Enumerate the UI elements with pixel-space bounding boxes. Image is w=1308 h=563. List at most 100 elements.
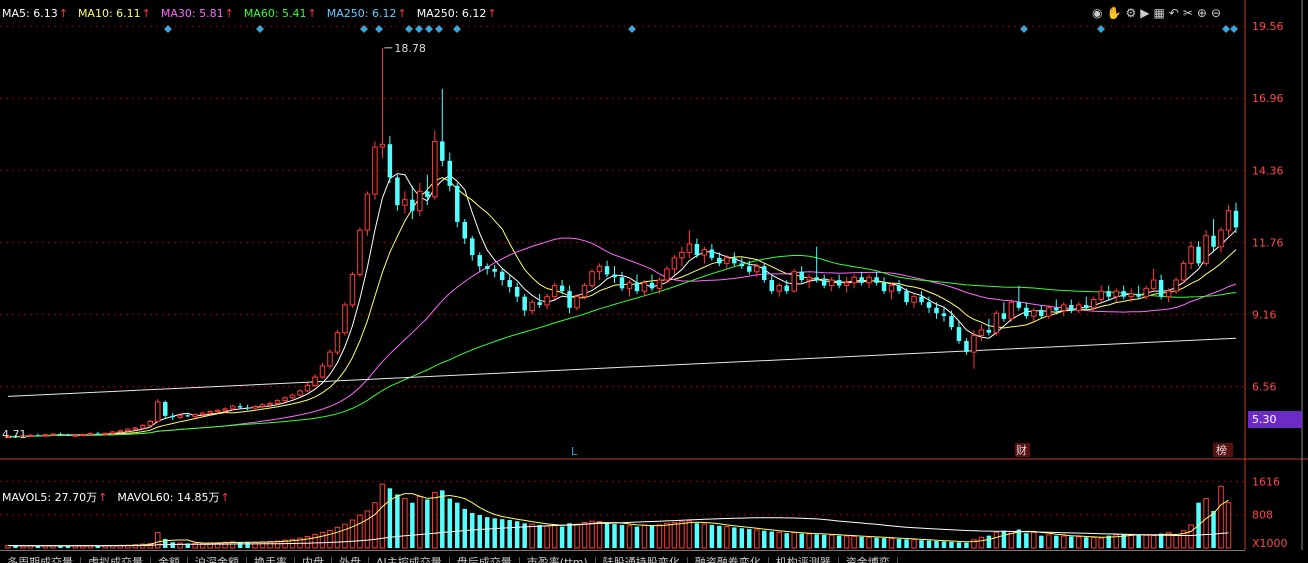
tab-13[interactable]: 资金博弈 [839, 557, 898, 563]
candle-body-down [1106, 291, 1111, 297]
volume-bar-down [874, 537, 879, 548]
tab-6[interactable]: 外盘 [332, 557, 369, 563]
volume-bar-up [1203, 498, 1209, 549]
candle-body-up [432, 140, 438, 198]
candle-body-up [327, 351, 333, 367]
volume-bar-up [342, 523, 348, 549]
tab-0[interactable]: 多周期成交量 [0, 557, 81, 563]
settings-icon[interactable]: ⚙ [1125, 6, 1136, 20]
price-tick-label: 6.56 [1252, 380, 1277, 393]
volume-bar-up [402, 498, 408, 549]
candle-body-up [155, 401, 161, 422]
candle-body-up [1173, 279, 1179, 292]
volume-bar-down [425, 499, 430, 548]
candle-body-down [919, 296, 924, 303]
hand-icon[interactable]: ✋ [1106, 6, 1121, 20]
volume-bar-down [986, 535, 992, 548]
price-tick-label: 9.16 [1252, 308, 1277, 321]
candle-body-up [125, 428, 131, 432]
candle-body-down [559, 285, 565, 292]
volume-bar-down [387, 488, 393, 548]
volume-bar-up [843, 535, 850, 549]
indicator-tabbar: 多周期成交量 虚拟成交量 金额 沪深金额 换手率 内盘 外盘 AI主控成交量 盘后成交量 市盈率(… [0, 550, 1245, 563]
cut-icon[interactable]: ✂ [1183, 6, 1193, 20]
candle-body-down [185, 415, 190, 417]
tab-8[interactable]: 盘后成交量 [450, 557, 520, 563]
tab-11[interactable]: 融资融券变化 [688, 557, 769, 563]
play-icon[interactable]: ▶ [1140, 6, 1149, 20]
volume-bar-down [567, 523, 572, 548]
tab-7[interactable]: AI主控成交量 [369, 557, 450, 563]
candle-body-down [1121, 291, 1126, 297]
volume-bar-up [686, 520, 693, 549]
signal-diamond [435, 25, 443, 33]
candle-body-up [379, 143, 386, 148]
candle-body-down [769, 280, 775, 292]
high-label: 18.78 [394, 42, 426, 55]
candle-body-down [612, 274, 617, 278]
candle-body-up [866, 276, 872, 284]
candle-body-down [1211, 235, 1216, 247]
candle-body-down [604, 266, 610, 275]
volume-bar-down [1136, 534, 1141, 548]
chart-canvas[interactable]: 19.56 16.96 14.36 11.76 9.16 6.56 1616 808 X1000… [0, 0, 1308, 562]
candle-body-down [732, 257, 737, 264]
volume-bar-down [447, 498, 453, 548]
volume-bar-up [417, 496, 423, 549]
volume-bar-up [679, 521, 685, 549]
volume-bar-up [312, 533, 318, 549]
ma10-line [7, 176, 1237, 438]
undo-icon[interactable]: ↶ [1169, 6, 1179, 20]
candle-body-down [814, 277, 819, 281]
candle-body-up [402, 199, 408, 206]
tab-3[interactable]: 沪深金额 [188, 557, 247, 563]
candle-body-down [514, 286, 520, 297]
candle-body-up [282, 397, 288, 402]
tab-1[interactable]: 虚拟成交量 [81, 557, 151, 563]
vol-legend: MAVOL5: 27.70万↑ MAVOL60: 14.85万↑ [2, 489, 240, 505]
candle-body-down [65, 434, 71, 436]
ma-legend-item-1: MA10: 6.11↑ [77, 7, 151, 20]
candle-body-down [162, 401, 168, 416]
candle-body-up [828, 279, 835, 287]
volume-bar-down [881, 538, 887, 548]
volume-bar-down [956, 542, 962, 548]
candle-body-up [664, 268, 670, 281]
eye-icon[interactable]: ◉ [1092, 6, 1102, 20]
volume-bar-up [551, 524, 558, 549]
candle-body-up [1113, 290, 1119, 298]
volume-bar-down [769, 531, 775, 548]
chart-toolbar: ◉ ✋ ⚙ ▶ ▦ ↶ ✂ ⊕ ⊖ [1090, 6, 1223, 20]
tab-2[interactable]: 金额 [151, 557, 188, 563]
moving-average-lines [7, 173, 1237, 438]
tab-4[interactable]: 换手率 [247, 557, 295, 563]
candle-body-down [484, 266, 490, 269]
volume-bar-up [851, 535, 857, 549]
volume-bar-up [671, 521, 678, 549]
candle-body-up [971, 334, 977, 353]
candle-body-down [455, 185, 460, 222]
tab-5[interactable]: 内盘 [295, 557, 332, 563]
volume-bar-up [364, 510, 371, 549]
tab-12[interactable]: 机构评测器 [769, 557, 839, 563]
candle-body-up [851, 276, 857, 284]
signal-diamond [453, 25, 461, 33]
tab-9[interactable]: 市盈率(ttm) [520, 557, 596, 563]
candle-body-up [259, 404, 266, 407]
candle-body-up [222, 408, 228, 411]
zoom-out-icon[interactable]: ⊖ [1211, 6, 1221, 20]
candle-body-down [1024, 307, 1029, 317]
volume-bar-down [507, 520, 512, 548]
volume-tick-label: 1616 [1252, 475, 1280, 488]
volume-bar-up [529, 523, 535, 549]
candle-body-up [252, 405, 258, 409]
volume-bar-down [477, 515, 482, 548]
candle-body-up [1188, 246, 1194, 264]
volume-bar-down [1158, 533, 1164, 548]
volume-bar-down [1054, 535, 1059, 548]
ma-legend-item-4: MA250: 6.12↑ [326, 7, 407, 20]
candle-body-up [80, 433, 86, 436]
grid-icon[interactable]: ▦ [1153, 6, 1164, 20]
tab-10[interactable]: 陆股通持股变化 [596, 557, 688, 563]
zoom-in-icon[interactable]: ⊕ [1197, 6, 1207, 20]
